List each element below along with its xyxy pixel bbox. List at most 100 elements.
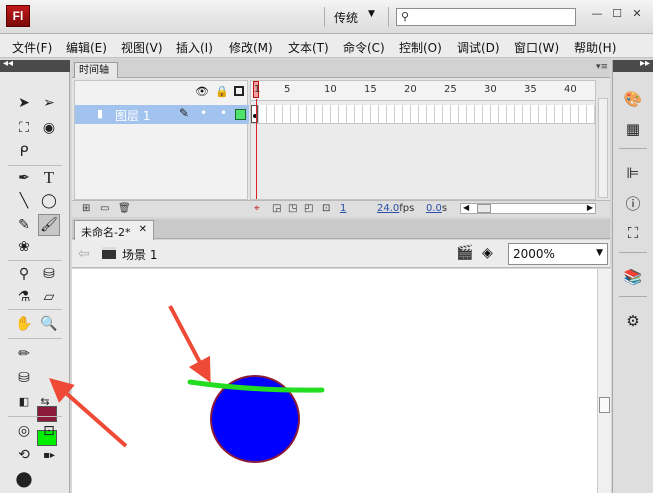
stage-scrollbar[interactable] — [597, 269, 611, 493]
scroll-thumb[interactable] — [599, 397, 610, 413]
onion-skin-icon[interactable]: ◲ — [272, 203, 281, 214]
chevron-down-icon[interactable]: ▼ — [368, 9, 375, 19]
frame-number: 35 — [524, 84, 537, 95]
collapse-icon[interactable]: ◂◂ — [3, 58, 13, 69]
current-frame[interactable]: 1 — [340, 203, 346, 214]
paint-bucket-tool-icon[interactable]: ⛁ — [38, 263, 60, 285]
menu-commands[interactable]: 命令(C) — [343, 39, 385, 56]
panel-collapse-bar[interactable]: ▸▸ — [613, 58, 653, 72]
right-dock: ▸▸ 🎨 ▦ ⊫ ⓘ ⛶ 📚 ⚙ — [612, 58, 653, 493]
close-icon[interactable]: ✕ — [139, 224, 147, 235]
layer-name[interactable]: 图层 1 — [115, 107, 150, 124]
menu-control[interactable]: 控制(O) — [399, 39, 442, 56]
visible-dot-icon[interactable]: • — [200, 106, 207, 120]
elapsed-time[interactable]: 0.0 — [426, 203, 442, 214]
new-folder-icon[interactable]: ▭ — [100, 203, 109, 214]
eye-icon[interactable]: 👁 — [195, 85, 209, 98]
lock-fill-icon[interactable]: ⊡ — [38, 420, 60, 442]
components-panel-icon[interactable]: ⚙ — [621, 310, 645, 332]
transform-panel-icon[interactable]: ⛶ — [621, 222, 645, 244]
frame-area[interactable]: 1 5 10 15 20 25 30 35 40 — [250, 80, 596, 200]
maximize-icon[interactable]: ☐ — [610, 7, 624, 21]
back-arrow-icon[interactable]: ⇦ — [78, 246, 90, 262]
scroll-left-icon[interactable]: ◀ — [463, 203, 469, 212]
selection-tool-icon[interactable]: ➤ — [13, 92, 35, 114]
scroll-right-icon[interactable]: ▶ — [587, 203, 593, 212]
tab-document[interactable]: 未命名-2* ✕ — [74, 220, 154, 240]
onion-markers-icon[interactable]: ⊡ — [322, 203, 330, 214]
panel-collapse-bar[interactable]: ◂◂ — [0, 58, 70, 72]
info-panel-icon[interactable]: ⓘ — [621, 192, 645, 214]
menu-insert[interactable]: 插入(I) — [176, 39, 213, 56]
close-icon[interactable]: ✕ — [630, 7, 644, 21]
menu-help[interactable]: 帮助(H) — [574, 39, 616, 56]
pencil-tool-icon[interactable]: ✎ — [13, 214, 35, 236]
scene-label[interactable]: 场景 1 — [122, 246, 157, 263]
frame-number: 30 — [484, 84, 497, 95]
tab-timeline[interactable]: 时间轴 — [74, 62, 118, 78]
timeline-scrollbar[interactable] — [598, 98, 608, 198]
brush-size-icon[interactable]: ● — [13, 466, 35, 490]
chevron-down-icon[interactable]: ▼ — [596, 248, 603, 258]
oval-tool-icon[interactable]: ◯ — [38, 190, 60, 212]
menu-debug[interactable]: 调试(D) — [457, 39, 500, 56]
edit-symbols-icon[interactable]: ◈ — [482, 245, 493, 261]
menu-text[interactable]: 文本(T) — [288, 39, 329, 56]
layer-outline-color[interactable] — [235, 109, 246, 120]
3d-rotation-tool-icon[interactable]: ◉ — [38, 117, 60, 139]
layer-row[interactable]: ▮ 图层 1 ✎ • • — [75, 105, 249, 124]
stage-drawing — [187, 375, 325, 463]
minimize-icon[interactable]: — — [590, 7, 604, 21]
black-white-icon[interactable]: ◧ — [13, 390, 35, 412]
line-tool-icon[interactable]: ╲ — [13, 190, 35, 212]
stroke-color-icon: ✏ — [18, 346, 30, 362]
swatches-panel-icon[interactable]: ▦ — [621, 118, 645, 140]
lasso-tool-icon[interactable]: ᑭ — [13, 141, 35, 163]
workspace-switcher[interactable]: 传统 — [334, 9, 358, 26]
smooth-icon[interactable]: ⟲ — [13, 444, 35, 466]
menu-view[interactable]: 视图(V) — [121, 39, 163, 56]
object-drawing-icon[interactable]: ◎ — [13, 420, 35, 442]
onion-outline-icon[interactable]: ◳ — [288, 203, 297, 214]
bone-tool-icon[interactable]: ⚲ — [13, 263, 35, 285]
swap-colors-icon[interactable]: ⇆ — [34, 390, 56, 412]
stage-canvas[interactable] — [72, 269, 597, 493]
panel-menu-icon[interactable]: ▾≡ — [596, 62, 608, 72]
subselection-tool-icon[interactable]: ➢ — [38, 92, 60, 114]
frame-ruler[interactable]: 1 5 10 15 20 25 30 35 40 — [251, 81, 595, 101]
search-input[interactable]: ⚲ — [396, 8, 576, 26]
zoom-tool-icon[interactable]: 🔍 — [38, 313, 60, 335]
menu-edit[interactable]: 编辑(E) — [66, 39, 107, 56]
timeline-hscroll[interactable]: ◀ ▶ — [460, 203, 596, 214]
zoom-select[interactable]: 2000% ▼ — [508, 243, 608, 265]
align-panel-icon[interactable]: ⊫ — [621, 162, 645, 184]
deco-tool-icon[interactable]: ❀ — [13, 236, 35, 258]
brush-tool-icon[interactable]: 🖌 — [38, 214, 60, 236]
frame-row[interactable] — [251, 105, 595, 124]
edit-scene-icon[interactable]: 🎬 — [456, 245, 473, 261]
color-panel-icon[interactable]: 🎨 — [621, 88, 645, 110]
lock-dot-icon[interactable]: • — [220, 106, 227, 120]
library-panel-icon[interactable]: 📚 — [621, 266, 645, 288]
menu-file[interactable]: 文件(F) — [12, 39, 52, 56]
expand-icon[interactable]: ▸▸ — [640, 58, 650, 69]
new-layer-icon[interactable]: ⊞ — [82, 203, 90, 214]
center-frame-icon[interactable]: ⌖ — [254, 203, 260, 214]
outline-icon[interactable] — [234, 86, 244, 96]
eyedropper-tool-icon[interactable]: ⚗ — [13, 286, 35, 308]
edit-multiple-icon[interactable]: ◰ — [304, 203, 313, 214]
document-tabs: 未命名-2* ✕ — [72, 219, 610, 240]
hand-tool-icon[interactable]: ✋ — [13, 313, 35, 335]
delete-icon[interactable]: 🗑 — [118, 203, 131, 214]
divider — [8, 309, 62, 310]
eraser-tool-icon[interactable]: ▱ — [38, 286, 60, 308]
scroll-thumb[interactable] — [477, 204, 491, 213]
free-transform-tool-icon[interactable]: ⛶ — [13, 117, 35, 139]
lock-icon[interactable]: 🔒 — [215, 85, 229, 98]
pen-tool-icon[interactable]: ✒ — [13, 167, 35, 189]
text-tool-icon[interactable]: T — [38, 167, 60, 189]
menu-window[interactable]: 窗口(W) — [514, 39, 559, 56]
brush-mode-icon[interactable]: ▪▸ — [38, 444, 60, 466]
frame-rate[interactable]: 24.0 — [377, 203, 399, 214]
menu-modify[interactable]: 修改(M) — [229, 39, 273, 56]
